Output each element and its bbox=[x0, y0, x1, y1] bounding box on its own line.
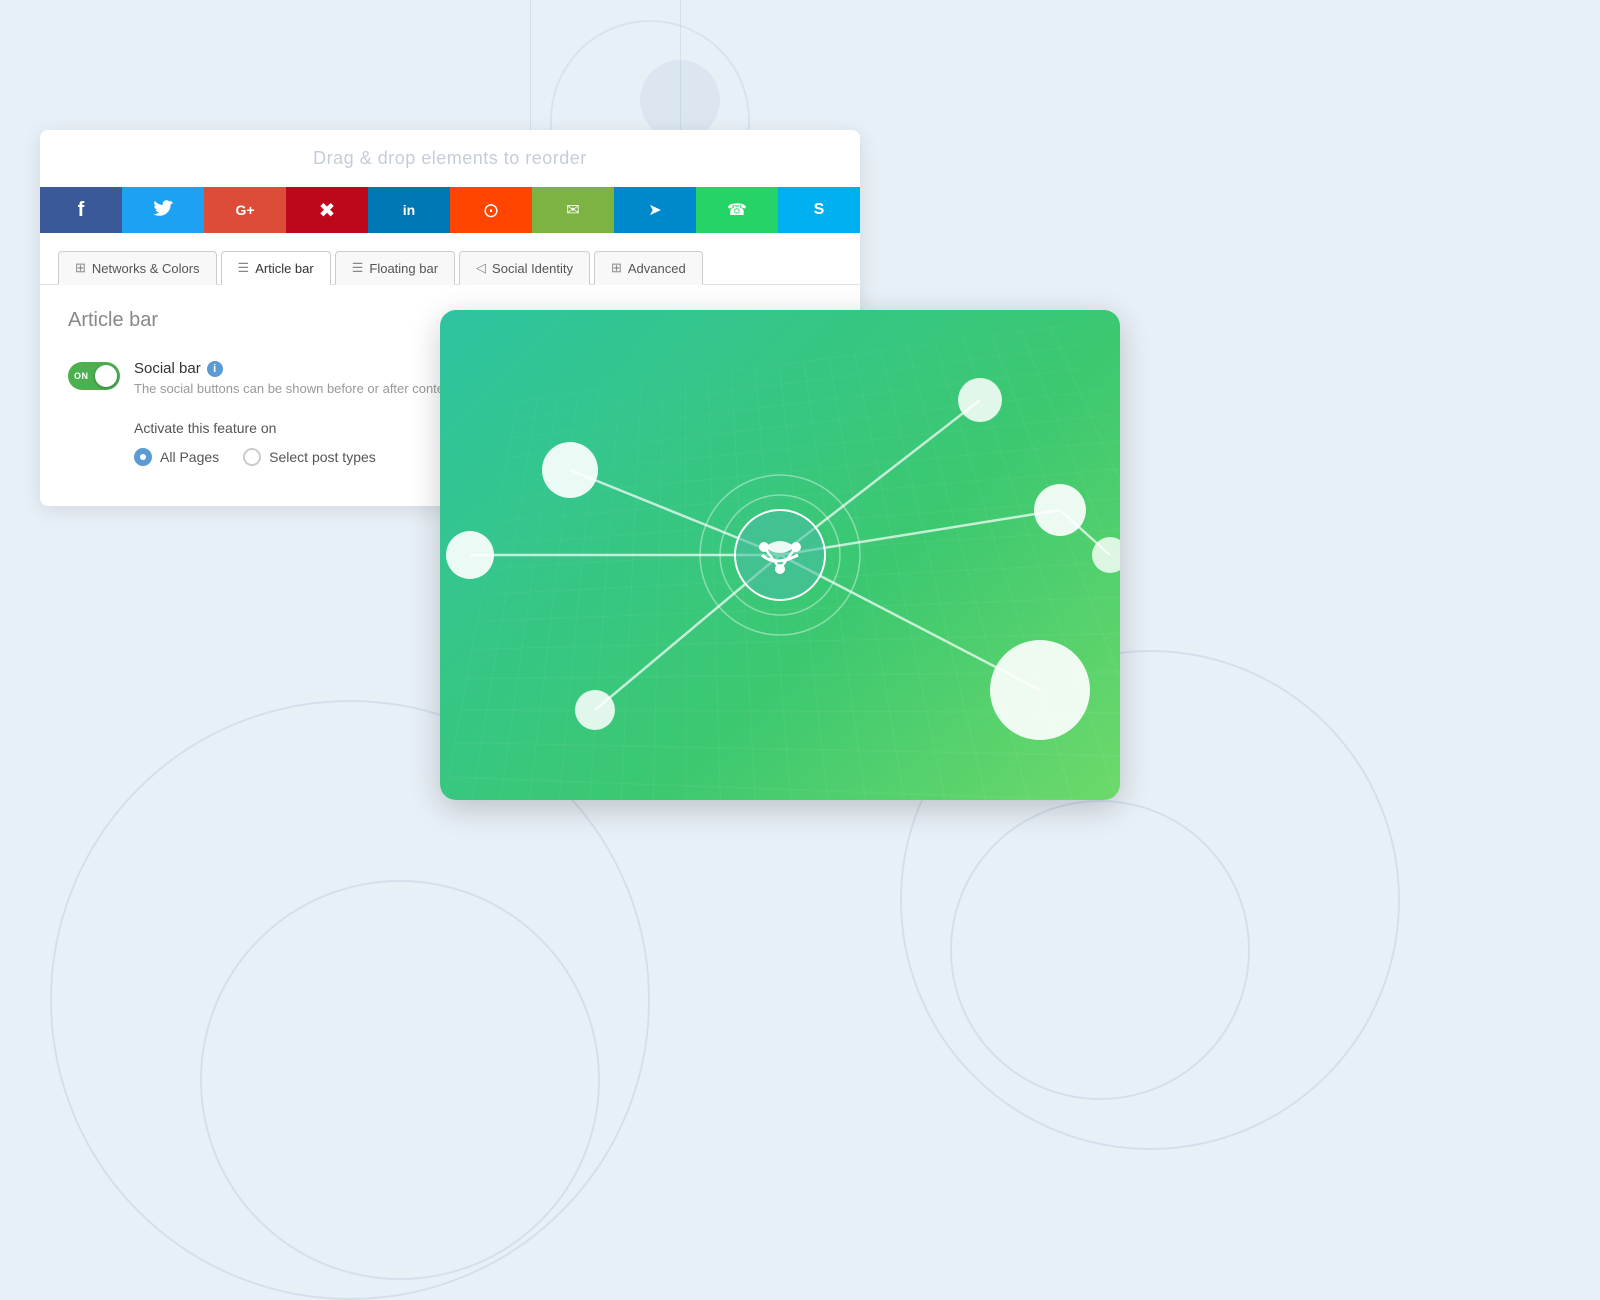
network-svg bbox=[440, 310, 1120, 800]
info-icon[interactable]: i bbox=[207, 361, 223, 377]
floating-bar-tab-icon: ☰ bbox=[352, 260, 364, 276]
radio-all-pages-label: All Pages bbox=[160, 449, 219, 465]
telegram-icon: ➤ bbox=[648, 200, 661, 220]
toggle-on-label: ON bbox=[74, 371, 89, 381]
pinterest-btn[interactable]: ✖ bbox=[286, 187, 368, 233]
tab-article-bar[interactable]: ☰ Article bar bbox=[221, 251, 331, 285]
tab-social-identity-label: Social Identity bbox=[492, 261, 573, 276]
green-card-inner bbox=[440, 310, 1120, 800]
toggle-knob bbox=[95, 365, 117, 387]
whatsapp-btn[interactable]: ☎ bbox=[696, 187, 778, 233]
social-buttons-bar: f G+ ✖ in ⊙ ✉ ➤ ☎ S bbox=[40, 187, 860, 233]
radio-select-post-types-label: Select post types bbox=[269, 449, 376, 465]
facebook-btn[interactable]: f bbox=[40, 187, 122, 233]
tab-article-bar-label: Article bar bbox=[255, 261, 314, 276]
drag-drop-header: Drag & drop elements to reorder bbox=[40, 130, 860, 187]
skype-btn[interactable]: S bbox=[778, 187, 860, 233]
social-identity-tab-icon: ◁ bbox=[476, 260, 486, 276]
tab-advanced-label: Advanced bbox=[628, 261, 686, 276]
telegram-btn[interactable]: ➤ bbox=[614, 187, 696, 233]
whatsapp-icon: ☎ bbox=[727, 200, 747, 220]
email-btn[interactable]: ✉ bbox=[532, 187, 614, 233]
tabs-row: ⊞ Networks & Colors ☰ Article bar ☰ Floa… bbox=[40, 233, 860, 285]
tab-social-identity[interactable]: ◁ Social Identity bbox=[459, 251, 590, 285]
green-network-card bbox=[440, 310, 1120, 800]
pinterest-icon: ✖ bbox=[319, 198, 336, 223]
linkedin-btn[interactable]: in bbox=[368, 187, 450, 233]
article-bar-tab-icon: ☰ bbox=[238, 260, 250, 276]
bg-decoration-circle-2 bbox=[200, 880, 600, 1280]
twitter-btn[interactable] bbox=[122, 187, 204, 233]
drag-drop-text: Drag & drop elements to reorder bbox=[313, 148, 587, 168]
radio-select-post-types[interactable]: Select post types bbox=[243, 448, 376, 466]
skype-icon: S bbox=[814, 201, 825, 219]
googleplus-btn[interactable]: G+ bbox=[204, 187, 286, 233]
radio-select-post-types-circle[interactable] bbox=[243, 448, 261, 466]
googleplus-icon: G+ bbox=[235, 202, 254, 218]
reddit-icon: ⊙ bbox=[483, 198, 500, 223]
networks-colors-tab-icon: ⊞ bbox=[75, 260, 86, 276]
advanced-tab-icon: ⊞ bbox=[611, 260, 622, 276]
bg-decoration-circle-4 bbox=[950, 800, 1250, 1100]
tab-networks-colors-label: Networks & Colors bbox=[92, 261, 200, 276]
reddit-btn[interactable]: ⊙ bbox=[450, 187, 532, 233]
social-bar-toggle[interactable]: ON bbox=[68, 362, 120, 390]
email-icon: ✉ bbox=[566, 200, 579, 220]
tab-networks-colors[interactable]: ⊞ Networks & Colors bbox=[58, 251, 217, 285]
radio-all-pages-circle[interactable] bbox=[134, 448, 152, 466]
toggle-track[interactable]: ON bbox=[68, 362, 120, 390]
tab-advanced[interactable]: ⊞ Advanced bbox=[594, 251, 703, 285]
twitter-icon bbox=[153, 200, 173, 221]
linkedin-icon: in bbox=[403, 202, 415, 218]
social-bar-label: Social bar bbox=[134, 360, 201, 377]
tab-floating-bar-label: Floating bar bbox=[369, 261, 438, 276]
facebook-icon: f bbox=[78, 199, 85, 222]
radio-all-pages[interactable]: All Pages bbox=[134, 448, 219, 466]
tab-floating-bar[interactable]: ☰ Floating bar bbox=[335, 251, 455, 285]
